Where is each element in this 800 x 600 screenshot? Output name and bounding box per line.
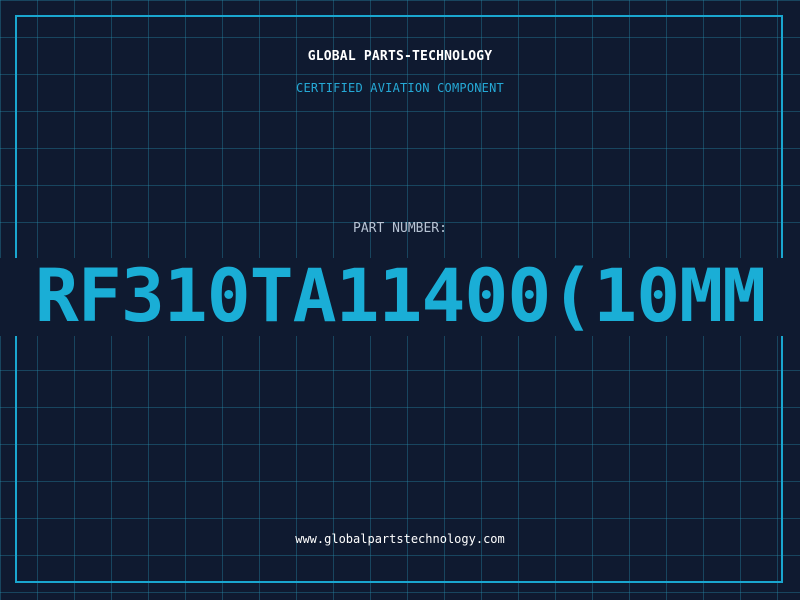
part-label-card: GLOBAL PARTS-TECHNOLOGY CERTIFIED AVIATI…: [0, 0, 800, 600]
company-name: GLOBAL PARTS-TECHNOLOGY: [307, 49, 493, 64]
certification-subtitle: CERTIFIED AVIATION COMPONENT: [296, 81, 504, 95]
part-number-value: RF310TA11400(10MM: [34, 254, 766, 339]
part-number-label: PART NUMBER:: [353, 221, 447, 236]
website-url: www.globalpartstechnology.com: [295, 532, 505, 546]
